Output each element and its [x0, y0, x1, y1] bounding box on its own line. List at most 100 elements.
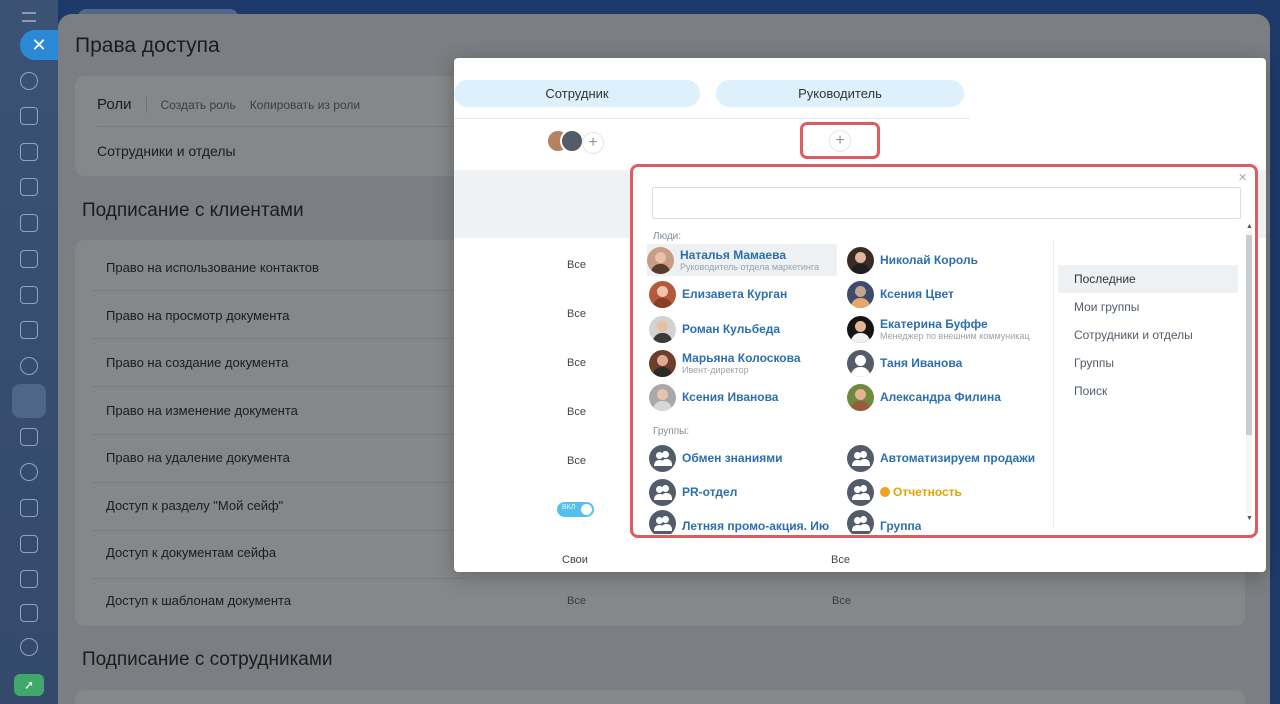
chat-icon[interactable]	[20, 143, 38, 161]
group-item[interactable]: Группа	[847, 510, 921, 534]
divider	[454, 118, 970, 119]
person-item[interactable]: Марьяна Колоскова Ивент-директор	[649, 347, 801, 379]
tab-my-groups[interactable]: Мои группы	[1058, 293, 1238, 321]
add-member-button[interactable]: +	[582, 132, 604, 154]
file-icon[interactable]	[20, 499, 38, 517]
permission-label: Доступ к шаблонам документа	[106, 593, 292, 608]
group-name: Обмен знаниями	[682, 451, 783, 465]
divider	[92, 530, 466, 531]
entity-selector-dialog: × Люди: Наталья Мамаева Руководитель отд…	[630, 164, 1258, 538]
role-employee[interactable]: Сотрудник	[454, 80, 700, 107]
person-item[interactable]: Николай Король	[847, 244, 978, 276]
search-input[interactable]	[652, 187, 1241, 219]
sign-icon[interactable]	[12, 384, 46, 418]
mail-icon[interactable]	[20, 286, 38, 304]
person-item[interactable]: Александра Филина	[847, 381, 1001, 413]
avatar	[649, 349, 676, 377]
group-icon	[649, 444, 676, 472]
person-item[interactable]: Ксения Иванова	[649, 381, 778, 413]
person-name: Николай Король	[880, 253, 978, 267]
person-item[interactable]: Роман Кульбеда	[649, 313, 780, 345]
person-item[interactable]: Елизавета Курган	[649, 278, 787, 310]
permission-label: Доступ к документам сейфа	[106, 545, 277, 560]
permission-value[interactable]: Все	[567, 455, 586, 467]
divider	[92, 290, 466, 291]
group-name: Летняя промо-акция. Ию	[682, 519, 830, 533]
contacts-icon[interactable]	[20, 428, 38, 446]
group-item[interactable]: Обмен знаниями	[649, 442, 783, 474]
permission-value[interactable]: Все	[567, 259, 586, 271]
permission-label: Право на просмотр документа	[106, 308, 290, 323]
permission-value[interactable]: Все	[567, 406, 586, 418]
avatar	[560, 129, 584, 153]
create-role-link[interactable]: Создать роль	[161, 98, 236, 112]
tab-employees-departments[interactable]: Сотрудники и отделы	[1058, 321, 1238, 349]
employees-and-departments-label: Сотрудники и отделы	[97, 143, 236, 159]
tab-recent[interactable]: Последние	[1058, 265, 1238, 293]
permission-value: Все	[832, 595, 851, 607]
group-item[interactable]: PR-отдел	[649, 476, 737, 508]
avatar	[847, 280, 874, 308]
users-icon[interactable]	[20, 463, 38, 481]
tab-search[interactable]: Поиск	[1058, 377, 1238, 405]
person-item[interactable]: Наталья Мамаева Руководитель отдела марк…	[647, 244, 837, 276]
schedule-icon[interactable]	[20, 604, 38, 622]
document-icon[interactable]	[20, 214, 38, 232]
employees-signing-card	[75, 690, 1245, 704]
gear-icon[interactable]	[20, 638, 38, 656]
robot-icon[interactable]	[20, 570, 38, 588]
menu-icon[interactable]	[22, 12, 36, 22]
crm-icon[interactable]	[20, 357, 38, 375]
group-item[interactable]: Отчетность	[847, 476, 962, 508]
tasks-icon[interactable]	[20, 321, 38, 339]
edit-icon[interactable]	[20, 107, 38, 125]
filter-icon[interactable]	[20, 250, 38, 268]
close-icon: ✕	[31, 34, 47, 55]
person-name: Елизавета Курган	[682, 287, 788, 301]
close-icon[interactable]: ×	[1238, 169, 1247, 186]
permission-value[interactable]: Все	[567, 308, 586, 320]
groups-label: Группы:	[653, 426, 690, 437]
avatar	[847, 246, 874, 274]
scrollbar-thumb[interactable]	[1246, 235, 1252, 435]
permission-value[interactable]: Все	[831, 554, 850, 566]
person-name: Ксения Цвет	[880, 287, 954, 301]
person-position: Ивент-директор	[682, 365, 749, 375]
toggle-label: ВКЛ	[562, 504, 576, 511]
group-icon	[649, 510, 676, 534]
person-item[interactable]: Екатерина Буффе Менеджер по внешним комм…	[847, 313, 1030, 345]
divider	[92, 434, 466, 435]
avatar	[847, 383, 874, 411]
calendar-icon[interactable]	[20, 178, 38, 196]
person-name: Ксения Иванова	[682, 390, 779, 404]
person-name: Роман Кульбеда	[682, 322, 781, 336]
permission-value[interactable]: Свои	[562, 554, 588, 566]
rocket-button[interactable]: ➚	[14, 674, 44, 696]
divider	[145, 96, 147, 113]
scroll-down-icon[interactable]: ▼	[1246, 515, 1253, 522]
scrollbar[interactable]: ▲ ▼	[1244, 223, 1253, 523]
avatar	[649, 315, 676, 343]
person-item[interactable]: Таня Иванова	[847, 347, 962, 379]
employee-role-members[interactable]: +	[546, 129, 606, 155]
permission-value: Все	[567, 595, 586, 607]
person-name: Екатерина Буффе	[880, 317, 988, 331]
scroll-up-icon[interactable]: ▲	[1246, 223, 1253, 230]
permission-label: Право на создание документа	[106, 355, 289, 370]
permission-value[interactable]: Все	[567, 357, 586, 369]
permission-label: Право на использование контактов	[106, 260, 319, 275]
person-name: Наталья Мамаева	[680, 248, 787, 262]
person-position: Менеджер по внешним коммуникациям	[880, 331, 1030, 341]
group-item[interactable]: Автоматизируем продажи	[847, 442, 1035, 474]
group-item[interactable]: Летняя промо-акция. Ию	[649, 510, 829, 534]
card-icon[interactable]	[20, 535, 38, 553]
role-manager[interactable]: Руководитель	[716, 80, 964, 107]
activity-icon[interactable]	[20, 72, 38, 90]
tab-groups[interactable]: Группы	[1058, 349, 1238, 377]
person-position: Руководитель отдела маркетинга	[680, 262, 819, 272]
close-slider-button[interactable]: ✕	[20, 30, 58, 60]
permission-label: Доступ к разделу "Мой сейф"	[106, 498, 284, 513]
person-item[interactable]: Ксения Цвет	[847, 278, 954, 310]
my-safe-toggle[interactable]: ВКЛ	[557, 502, 594, 517]
copy-from-role-link[interactable]: Копировать из роли	[250, 98, 360, 112]
